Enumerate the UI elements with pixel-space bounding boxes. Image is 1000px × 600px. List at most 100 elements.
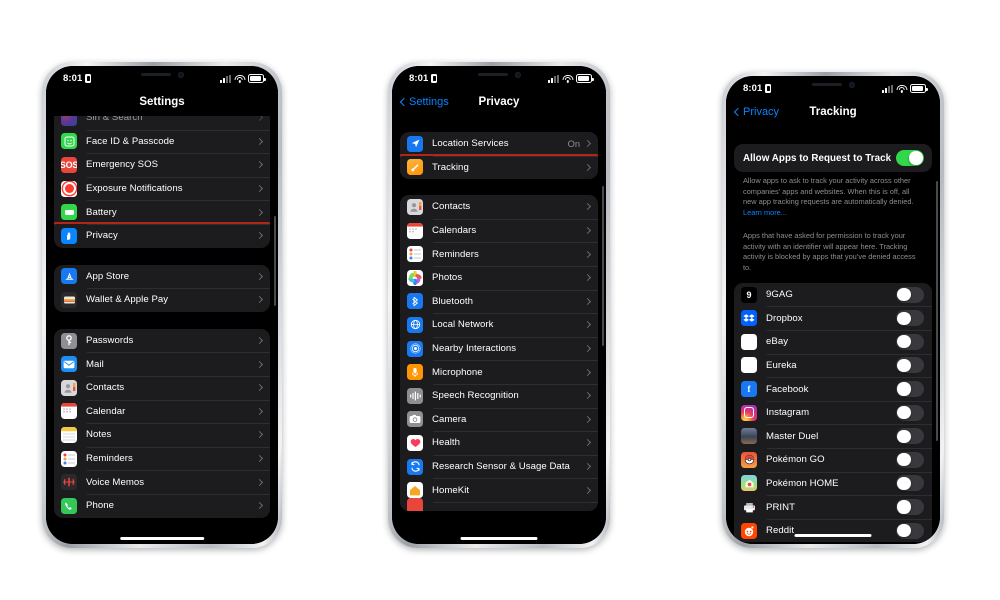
status-bar: 8:01: [46, 66, 278, 88]
footnote-text: Apps that have asked for permission to t…: [743, 230, 916, 273]
tracking-app-row[interactable]: Reddit: [734, 518, 932, 543]
tracking-app-row[interactable]: Pokémon HOME: [734, 471, 932, 496]
tracking-app-row[interactable]: Instagram: [734, 400, 932, 425]
pokemon-home-icon: [741, 475, 757, 492]
facebook-icon: f: [741, 381, 757, 398]
settings-row-wallet[interactable]: Wallet & Apple Pay: [54, 288, 270, 312]
app-tracking-toggle[interactable]: [896, 499, 924, 516]
settings-row-voice-memos[interactable]: Voice Memos: [54, 470, 270, 494]
privacy-row-homekit[interactable]: HomeKit: [400, 478, 598, 502]
back-button-settings[interactable]: Settings: [399, 96, 449, 108]
tracking-app-row[interactable]: ebay eBay: [734, 330, 932, 354]
privacy-row-bluetooth[interactable]: Bluetooth: [400, 289, 598, 314]
privacy-row-location-services[interactable]: Location Services On: [400, 132, 598, 156]
privacy-group-permissions: Contacts Calendars Reminders Photos Blue…: [400, 195, 598, 511]
settings-row-emergency-sos[interactable]: SOS Emergency SOS: [54, 153, 270, 177]
tracking-app-row[interactable]: Master Duel: [734, 424, 932, 448]
privacy-row-local-network[interactable]: Local Network: [400, 313, 598, 337]
bluetooth-icon: [407, 293, 423, 310]
privacy-row-speech-recognition[interactable]: Speech Recognition: [400, 383, 598, 408]
master-duel-icon: [741, 428, 757, 445]
settings-row-battery[interactable]: Battery: [54, 200, 270, 224]
chevron-right-icon: [583, 297, 592, 305]
app-tracking-toggle[interactable]: [896, 357, 924, 374]
chevron-right-icon: [255, 296, 264, 304]
privacy-row-camera[interactable]: Camera: [400, 407, 598, 432]
chevron-right-icon: [583, 368, 592, 376]
reddit-icon: [741, 522, 757, 539]
privacy-row-photos[interactable]: Photos: [400, 265, 598, 290]
phone-privacy-screen: 8:01 Settings Privacy Location Services …: [392, 66, 606, 544]
settings-row-siri-search[interactable]: Siri & Search: [54, 116, 270, 130]
privacy-row-reminders[interactable]: Reminders: [400, 242, 598, 266]
privacy-row-calendars[interactable]: Calendars: [400, 218, 598, 243]
app-tracking-toggle[interactable]: [896, 310, 924, 327]
app-label: Instagram: [766, 407, 810, 419]
tracking-app-row[interactable]: $ Eureka: [734, 353, 932, 378]
settings-row-passwords[interactable]: Passwords: [54, 329, 270, 353]
tracking-app-row[interactable]: Pokémon GO: [734, 448, 932, 472]
privacy-row-tracking[interactable]: Tracking: [400, 155, 598, 180]
chevron-right-icon: [255, 360, 264, 368]
back-button-privacy[interactable]: Privacy: [733, 106, 779, 118]
allow-tracking-toggle[interactable]: [896, 150, 924, 166]
lock-icon: [85, 74, 92, 83]
chevron-right-icon: [255, 454, 264, 463]
phone-privacy-frame: 8:01 Settings Privacy Location Services …: [388, 62, 610, 548]
settings-row-app-store[interactable]: App Store: [54, 265, 270, 289]
master-toggle-label: Allow Apps to Request to Track: [743, 152, 892, 164]
chevron-right-icon: [255, 407, 264, 415]
scroll-indicator[interactable]: [936, 181, 938, 441]
scroll-indicator[interactable]: [602, 186, 604, 346]
app-tracking-toggle[interactable]: [896, 381, 924, 398]
scroll-indicator[interactable]: [274, 216, 276, 306]
tracking-app-row[interactable]: Dropbox: [734, 306, 932, 330]
app-tracking-toggle[interactable]: [896, 475, 924, 492]
row-label: Voice Memos: [86, 476, 145, 488]
privacy-row-microphone[interactable]: Microphone: [400, 360, 598, 384]
row-label: Siri & Search: [86, 116, 143, 124]
privacy-row-partial[interactable]: [400, 498, 598, 511]
row-label: Calendar: [86, 405, 126, 417]
settings-row-notes[interactable]: Notes: [54, 423, 270, 447]
app-tracking-toggle[interactable]: [896, 286, 924, 303]
app-tracking-toggle[interactable]: [896, 333, 924, 350]
learn-more-link[interactable]: Learn more...: [743, 208, 787, 217]
tracking-app-row[interactable]: 9 9GAG: [734, 283, 932, 307]
settings-row-face-id[interactable]: Face ID & Passcode: [54, 129, 270, 154]
privacy-row-contacts[interactable]: Contacts: [400, 195, 598, 219]
privacy-list[interactable]: Location Services On Tracking Contacts C…: [392, 122, 606, 544]
settings-row-mail[interactable]: Mail: [54, 352, 270, 376]
privacy-row-nearby-interactions[interactable]: Nearby Interactions: [400, 336, 598, 361]
app-tracking-toggle[interactable]: [896, 451, 924, 468]
app-label: Eureka: [766, 359, 797, 371]
status-time: 8:01: [743, 83, 763, 94]
settings-row-reminders[interactable]: Reminders: [54, 446, 270, 471]
tracking-list[interactable]: Allow Apps to Request to Track Allow app…: [726, 132, 940, 544]
row-allow-apps-request-track[interactable]: Allow Apps to Request to Track: [734, 144, 932, 172]
eureka-icon: $: [741, 357, 757, 374]
status-time: 8:01: [63, 73, 83, 84]
settings-row-phone[interactable]: Phone: [54, 493, 270, 518]
privacy-row-health[interactable]: Health: [400, 431, 598, 455]
mail-icon: [61, 356, 77, 373]
app-tracking-toggle[interactable]: [896, 404, 924, 421]
settings-row-privacy[interactable]: Privacy: [54, 223, 270, 248]
row-label: Tracking: [432, 161, 469, 173]
settings-list[interactable]: Siri & Search Face ID & Passcode SOS Eme…: [46, 116, 278, 544]
privacy-row-research-sensor[interactable]: Research Sensor & Usage Data: [400, 454, 598, 479]
settings-row-contacts[interactable]: Contacts: [54, 375, 270, 400]
settings-row-exposure-notifications[interactable]: Exposure Notifications: [54, 176, 270, 201]
phone-tracking-frame: 8:01 Privacy Tracking Allow Apps to Requ…: [722, 72, 944, 548]
siri-icon: [61, 116, 77, 126]
notes-icon: [61, 426, 77, 443]
location-services-icon: [407, 135, 423, 152]
row-label: Battery: [86, 206, 117, 218]
app-tracking-toggle[interactable]: [896, 428, 924, 445]
tracking-app-row[interactable]: f Facebook: [734, 377, 932, 401]
app-tracking-toggle[interactable]: [896, 522, 924, 539]
settings-row-calendar[interactable]: Calendar: [54, 399, 270, 424]
chevron-right-icon: [583, 227, 592, 235]
row-label: Mail: [86, 358, 104, 370]
tracking-app-row[interactable]: PRINT: [734, 495, 932, 519]
